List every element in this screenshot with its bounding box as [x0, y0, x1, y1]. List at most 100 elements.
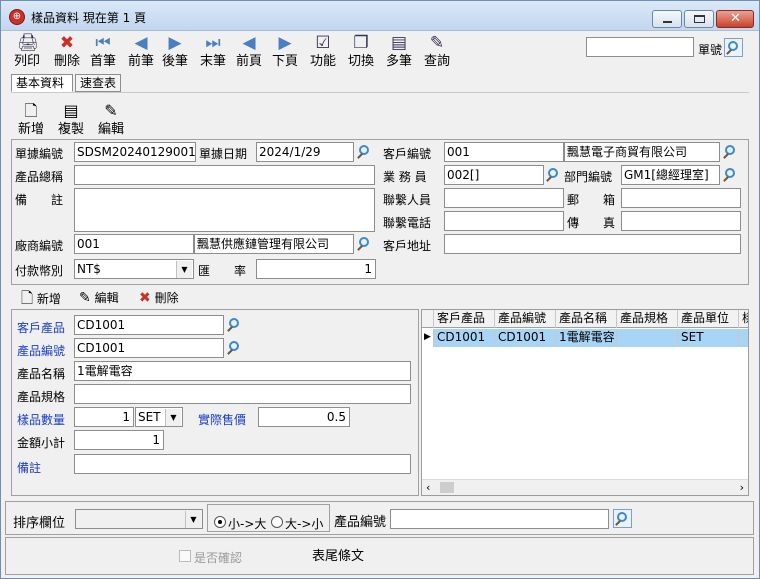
sales-field[interactable]: 002[] — [444, 165, 544, 185]
printer-toolbar-button[interactable]: 🖨 列印 — [7, 33, 47, 75]
grid-col-header[interactable]: 客戶產品 — [434, 310, 495, 328]
doc-date-search-icon[interactable] — [357, 144, 373, 160]
first-icon: ⏮ — [95, 33, 111, 53]
grid-col-header[interactable]: 產品規格 — [617, 310, 678, 328]
fax-label: 傳 真 — [567, 216, 616, 230]
sort-desc-radio[interactable] — [271, 516, 283, 528]
doc-no-field[interactable]: SDSM20240129001 — [74, 142, 196, 162]
grid-col-header[interactable]: 產品名稱 — [556, 310, 617, 328]
delete-icon: ✖ — [139, 290, 151, 306]
sort-desc-label[interactable]: 大->小 — [285, 515, 323, 532]
scroll-left-icon[interactable]: ‹ — [426, 480, 430, 495]
prev-page-toolbar-button[interactable]: ◀ 前頁 — [229, 33, 269, 75]
sort-select[interactable]: ▼ — [75, 509, 203, 529]
sub-copy-button[interactable]: ▤ 複製 — [51, 101, 91, 143]
footer-product-no-field[interactable] — [390, 509, 609, 529]
tab-quick-lookup[interactable]: 速查表 — [75, 74, 121, 92]
spec-field[interactable] — [74, 384, 411, 404]
first-toolbar-button[interactable]: ⏮ 首筆 — [83, 33, 123, 75]
row-pointer-icon: ▶ — [422, 329, 434, 347]
sub-new-button[interactable]: 🗋 新增 — [11, 101, 51, 143]
note-field[interactable] — [74, 454, 411, 474]
grid-col-header[interactable]: 產品編號 — [495, 310, 556, 328]
query-toolbar-button[interactable]: ✎ 查詢 — [417, 33, 457, 75]
next-page-icon: ▶ — [278, 33, 292, 53]
qty-label[interactable]: 樣品數量 — [17, 411, 65, 428]
maximize-button[interactable] — [684, 10, 714, 28]
customer-search-icon[interactable] — [723, 144, 739, 160]
sub-edit-button[interactable]: ✎ 編輯 — [91, 101, 131, 143]
unit-select[interactable]: SET ▼ — [135, 407, 183, 427]
footer-search-button[interactable] — [613, 509, 632, 528]
detail-grid[interactable]: 客戶產品 產品編號 產品名稱 產品規格 產品單位 樣 ▶ CD1001 CD10… — [421, 309, 749, 496]
detail-product-name-field[interactable]: 1電解電容 — [74, 361, 411, 381]
grid-col-header[interactable]: 樣 — [739, 310, 748, 328]
product-no-search-icon[interactable] — [227, 340, 243, 356]
phone-label: 聯繫電話 — [383, 216, 432, 230]
rate-field[interactable]: 1 — [256, 259, 376, 279]
customer-no-field[interactable]: 001 — [444, 142, 564, 162]
cust-product-label[interactable]: 客戶產品 — [17, 319, 65, 336]
note-label[interactable]: 備註 — [17, 459, 41, 476]
contact-field[interactable] — [444, 188, 564, 208]
qty-field[interactable]: 1 — [74, 407, 134, 427]
table-cell[interactable]: 1電解電容 — [556, 329, 617, 347]
sort-asc-radio[interactable] — [214, 516, 226, 528]
mail-field[interactable] — [621, 188, 741, 208]
doc-date-field[interactable]: 2024/1/29 — [256, 142, 354, 162]
function-toolbar-button[interactable]: ☑ 功能 — [303, 33, 343, 75]
copy-doc-icon: ▤ — [63, 101, 79, 120]
confirm-checkbox[interactable] — [179, 550, 191, 562]
remark-field[interactable] — [74, 188, 375, 232]
vendor-search-icon[interactable] — [357, 236, 373, 252]
horizontal-scrollbar[interactable]: ‹ › — [422, 479, 748, 495]
subtotal-field[interactable]: 1 — [74, 430, 164, 450]
cust-product-search-icon[interactable] — [227, 317, 243, 333]
currency-select[interactable]: NT$ ▼ — [74, 259, 194, 279]
tab-basic-info[interactable]: 基本資料 — [11, 74, 73, 92]
minimize-button[interactable] — [652, 10, 682, 28]
close-button[interactable]: ✕ — [716, 10, 754, 28]
scroll-thumb[interactable] — [440, 482, 454, 493]
vendor-name-field: 飄慧供應鏈管理有限公司 — [194, 234, 354, 254]
table-cell[interactable] — [617, 329, 678, 347]
bottom-panel — [5, 537, 754, 575]
currency-label: 付款幣別 — [15, 264, 64, 278]
sort-asc-label[interactable]: 小->大 — [228, 515, 266, 532]
price-field[interactable]: 0.5 — [258, 407, 350, 427]
next-page-toolbar-button[interactable]: ▶ 下頁 — [265, 33, 305, 75]
function-icon: ☑ — [315, 33, 331, 53]
detail-edit-button[interactable]: ✎ 編輯 — [79, 288, 119, 308]
detail-delete-button[interactable]: ✖ 刪除 — [139, 288, 179, 308]
next-toolbar-button[interactable]: ▶ 後筆 — [155, 33, 195, 75]
table-cell[interactable]: CD1001 — [495, 329, 556, 347]
price-label[interactable]: 實際售價 — [198, 411, 246, 428]
switch-toolbar-button[interactable]: ❐ 切換 — [341, 33, 381, 75]
remark-label: 備 註 — [15, 193, 64, 207]
dept-search-icon[interactable] — [723, 167, 739, 183]
multi-toolbar-button[interactable]: ▤ 多筆 — [379, 33, 419, 75]
cust-product-field[interactable]: CD1001 — [74, 315, 224, 335]
delete-toolbar-button[interactable]: ✖ 刪除 — [47, 33, 87, 75]
product-no-label[interactable]: 產品編號 — [17, 342, 65, 359]
grid-col-header[interactable]: 產品單位 — [678, 310, 739, 328]
sales-search-icon[interactable] — [546, 167, 562, 183]
product-name-field[interactable] — [74, 165, 375, 185]
phone-field[interactable] — [444, 211, 564, 231]
scroll-right-icon[interactable]: › — [740, 480, 744, 495]
table-cell[interactable]: CD1001 — [434, 329, 495, 347]
fax-field[interactable] — [621, 211, 741, 231]
table-row[interactable]: ▶ CD1001 CD1001 1電解電容 SET — [422, 329, 748, 347]
address-field[interactable] — [444, 234, 741, 254]
chevron-down-icon: ▼ — [185, 511, 201, 528]
last-toolbar-button[interactable]: ⏭ 末筆 — [193, 33, 233, 75]
search-button[interactable] — [724, 38, 743, 57]
vendor-no-label: 廠商編號 — [15, 239, 64, 253]
dept-field[interactable]: GM1[總經理室] — [621, 165, 720, 185]
table-cell[interactable]: SET — [678, 329, 739, 347]
search-input[interactable] — [586, 37, 694, 57]
detail-new-button[interactable]: 🗋 新增 — [21, 288, 61, 308]
product-no-field[interactable]: CD1001 — [74, 338, 224, 358]
table-cell[interactable] — [739, 329, 748, 347]
vendor-no-field[interactable]: 001 — [74, 234, 194, 254]
